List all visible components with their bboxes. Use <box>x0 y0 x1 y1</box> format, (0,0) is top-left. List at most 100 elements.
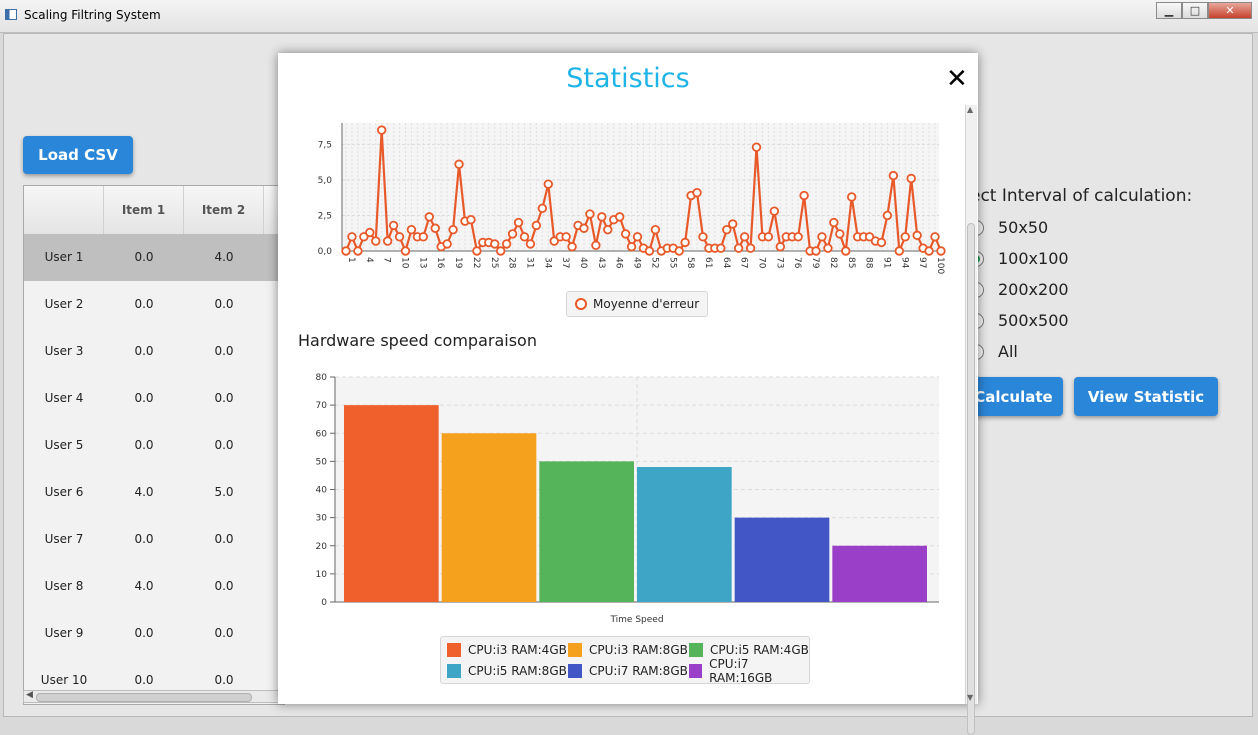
data-point <box>341 246 351 256</box>
data-point <box>936 246 946 256</box>
scroll-down-icon[interactable]: ▼ <box>967 693 973 702</box>
y-tick-label: 2,5 <box>318 211 332 221</box>
table-header-cell[interactable] <box>24 186 104 234</box>
table-cell: User 2 <box>44 297 84 311</box>
legend-swatch <box>689 664 703 678</box>
scroll-left-icon[interactable]: ◀ <box>26 690 33 700</box>
close-window-button[interactable]: ✕ <box>1208 2 1252 19</box>
x-tick-label: 70 <box>757 257 767 269</box>
error-line-chart: 0,0 2,5 5,0 7,5 1 4 7 10 13 16 19 22 25 28 31 34 37 40 43 4… <box>318 123 946 274</box>
data-point <box>644 246 655 256</box>
table-row[interactable]: User 7 0.0 0.0 <box>24 516 284 563</box>
x-tick-label: 91 <box>881 257 891 268</box>
data-point <box>888 170 899 181</box>
table-header-cell[interactable]: Item 1 <box>104 186 184 234</box>
table-row[interactable]: User 1 0.0 4.0 <box>24 234 284 281</box>
interval-label: ect Interval of calculation: <box>970 186 1193 206</box>
category-label: Time Speed <box>609 615 663 625</box>
data-point <box>513 217 524 228</box>
x-tick-label: 52 <box>649 257 659 268</box>
y-tick-label: 40 <box>316 486 328 496</box>
y-tick-label: 70 <box>316 401 328 411</box>
scroll-up-icon[interactable]: ▲ <box>967 105 973 114</box>
interval-option[interactable]: 100x100 <box>968 247 1188 271</box>
scrollbar-thumb[interactable] <box>36 693 252 702</box>
maximize-button[interactable]: □ <box>1182 2 1208 19</box>
table-horizontal-scrollbar[interactable]: ◀ <box>23 690 283 703</box>
x-tick-label: 82 <box>828 257 838 268</box>
table-header: Item 1 Item 2 <box>24 186 284 235</box>
data-point <box>906 173 916 184</box>
data-point <box>490 239 500 249</box>
table-cell: 5.0 <box>214 485 234 499</box>
table-row[interactable]: User 3 0.0 0.0 <box>24 328 284 375</box>
data-point <box>603 224 613 235</box>
data-point <box>930 232 940 242</box>
table-row[interactable]: User 9 0.0 0.0 <box>24 610 284 657</box>
table-cell: User 5 <box>44 438 84 452</box>
table-cell: 0.0 <box>134 438 154 452</box>
table-row[interactable]: User 6 4.0 5.0 <box>24 469 284 516</box>
plot-area <box>342 123 939 251</box>
data-point <box>400 246 411 256</box>
x-tick-label: 55 <box>667 257 677 268</box>
data-point <box>728 219 738 229</box>
x-tick-label: 61 <box>703 257 713 268</box>
table-row[interactable]: User 2 0.0 0.0 <box>24 281 284 328</box>
data-point <box>733 243 744 253</box>
x-tick-label: 97 <box>917 257 927 268</box>
y-tick-label: 60 <box>316 429 328 439</box>
interval-option[interactable]: 200x200 <box>968 278 1188 302</box>
x-tick-label: 25 <box>489 257 499 268</box>
data-point <box>775 242 786 252</box>
view-statistic-button[interactable]: View Statistic <box>1074 377 1218 416</box>
legend-label: CPU:i5 RAM:8GB <box>468 664 567 678</box>
table-cell: User 3 <box>44 344 84 358</box>
data-point <box>614 212 625 222</box>
data-point <box>650 224 661 235</box>
ratings-table[interactable]: Item 1 Item 2 User 1 0.0 4.0 User 2 0.0 0.0 Us… <box>23 185 285 705</box>
x-tick-label: 43 <box>596 257 606 268</box>
window-titlebar: Scaling Filtring System ▁ □ ✕ <box>0 0 1258 33</box>
interval-option-label: 200x200 <box>998 280 1069 299</box>
interval-option[interactable]: 50x50 <box>968 216 1188 240</box>
x-tick-label: 7 <box>382 257 392 263</box>
legend-swatch <box>447 664 461 678</box>
window-controls: ▁ □ ✕ <box>1156 2 1252 19</box>
scrollbar-thumb[interactable] <box>967 223 975 735</box>
data-point <box>716 243 726 253</box>
bar <box>441 433 537 602</box>
table-cell: 4.0 <box>134 485 154 499</box>
data-point <box>591 240 601 251</box>
table-header-cell[interactable]: Item 2 <box>184 186 264 234</box>
data-point <box>811 246 821 256</box>
data-point <box>418 232 429 242</box>
calculate-button[interactable]: Calculate <box>964 377 1063 416</box>
data-point <box>674 246 684 256</box>
interval-option[interactable]: 500x500 <box>968 309 1188 333</box>
minimize-button[interactable]: ▁ <box>1156 2 1182 19</box>
legend-item: CPU:i3 RAM:8GB <box>568 641 688 659</box>
interval-option-label: 100x100 <box>998 249 1069 268</box>
hardware-bar-chart: 0 10 20 30 40 50 60 70 80 Time Speed <box>316 373 939 625</box>
x-tick-label: 76 <box>792 257 802 269</box>
dialog-vertical-scrollbar[interactable]: ▲ ▼ <box>965 105 977 735</box>
table-row[interactable]: User 8 4.0 0.0 <box>24 563 284 610</box>
data-point <box>745 243 756 253</box>
interval-option-label: All <box>998 342 1018 361</box>
table-row[interactable]: User 4 0.0 0.0 <box>24 375 284 422</box>
data-point <box>430 223 440 233</box>
interval-option[interactable]: All <box>968 340 1188 364</box>
table-cell: 0.0 <box>134 297 154 311</box>
table-cell: 0.0 <box>214 532 234 546</box>
data-point <box>495 246 506 256</box>
data-point <box>466 215 476 225</box>
x-tick-label: 1 <box>346 257 356 263</box>
data-point <box>763 232 774 242</box>
y-tick-label: 7,5 <box>318 140 332 150</box>
table-row[interactable]: User 5 0.0 0.0 <box>24 422 284 469</box>
table-cell: 4.0 <box>214 250 234 264</box>
data-point <box>472 246 482 256</box>
load-csv-button[interactable]: Load CSV <box>23 136 133 174</box>
table-cell: 0.0 <box>134 250 154 264</box>
